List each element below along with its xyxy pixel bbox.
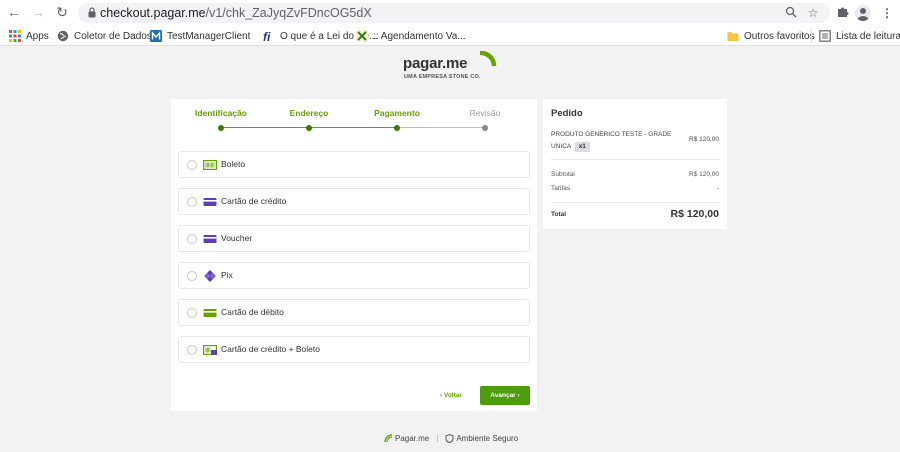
voltar-button[interactable]: ‹ Voltar	[440, 392, 462, 399]
option-label: Cartão de crédito	[221, 196, 287, 206]
forward-arrow-icon[interactable]: →	[30, 4, 46, 20]
step-pagamento[interactable]: Pagamento	[374, 108, 420, 118]
folder-icon	[727, 32, 739, 41]
subtotal-value: R$ 120,00	[689, 171, 719, 178]
payment-option-pix[interactable]: Pix	[178, 262, 530, 289]
bookmark-label: :: Agendamento Va...	[373, 30, 466, 42]
bookmark-label: Coletor de Dados	[74, 30, 152, 42]
extensions-puzzle-icon[interactable]	[834, 5, 850, 21]
address-bar[interactable]: checkout.pagar.me/v1/chk_ZaJyqZvFDncOG5d…	[78, 3, 830, 23]
voucher-icon	[203, 235, 217, 243]
shield-icon	[445, 433, 454, 443]
payment-option-debit-card[interactable]: Cartão de débito	[178, 299, 530, 326]
divider	[551, 202, 719, 203]
bookmark-label: TestManagerClient	[167, 30, 251, 42]
bookmark-label: Apps	[26, 30, 49, 42]
radio-button[interactable]	[187, 197, 197, 207]
bookmarks-divider	[811, 29, 812, 43]
bookmark-label: Lista de leitura	[836, 30, 900, 42]
total-value: R$ 120,00	[670, 208, 719, 220]
debit-card-icon	[203, 309, 217, 317]
svg-text:fi: fi	[263, 30, 271, 42]
footer-separator: |	[436, 433, 439, 443]
product-price: R$ 120,00	[689, 136, 719, 143]
profile-avatar-icon[interactable]	[855, 5, 871, 21]
step-dot	[482, 125, 488, 131]
logo-arc-icon	[479, 51, 497, 67]
bookmark-reading-list[interactable]: Lista de leitura	[819, 28, 900, 44]
bookmark-coletor[interactable]: Coletor de Dados	[57, 28, 152, 44]
fi-icon: fi	[263, 30, 271, 42]
step-endereco[interactable]: Endereço	[290, 108, 329, 118]
pagarme-leaf-icon	[384, 433, 393, 442]
globe-icon	[57, 30, 69, 42]
agendamento-icon	[356, 30, 368, 42]
bookmark-apps[interactable]: Apps	[9, 28, 49, 44]
back-arrow-icon[interactable]: ←	[6, 4, 22, 20]
lock-icon	[88, 7, 96, 18]
step-dot	[218, 125, 224, 131]
option-label: Boleto	[221, 159, 246, 169]
option-label: Voucher	[221, 233, 253, 243]
bookmark-agendamento[interactable]: :: Agendamento Va...	[356, 28, 466, 44]
option-label: Pix	[221, 270, 233, 280]
page-footer: Pagar.me | Ambiente Seguro	[384, 432, 518, 444]
order-title: Pedido	[551, 108, 583, 119]
reading-list-icon	[819, 30, 831, 42]
credit-card-icon	[203, 198, 217, 206]
star-bookmark-icon[interactable]: ☆	[806, 6, 820, 20]
radio-button[interactable]	[187, 160, 197, 170]
total-label: Total	[551, 211, 567, 218]
logo-wordmark: pagar.me	[403, 55, 468, 72]
step-revisao: Revisão	[469, 108, 501, 118]
stepper-line-pending	[397, 127, 485, 128]
kebab-menu-icon[interactable]: ⋮	[879, 5, 895, 21]
credit-boleto-icon	[203, 345, 217, 356]
fees-value: -	[716, 185, 719, 192]
apps-grid-icon	[9, 30, 21, 42]
subtotal-label: Subtotal	[551, 171, 575, 178]
boleto-icon	[203, 160, 217, 171]
radio-button[interactable]	[187, 271, 197, 281]
bookmarks-bar: Apps Coletor de Dados TestManagerClient …	[0, 26, 900, 46]
pagarme-logo: pagar.me UMA EMPRESA STONE CO.	[403, 51, 503, 85]
payment-option-credit-boleto[interactable]: Cartão de crédito + Boleto	[178, 336, 530, 363]
divider	[551, 159, 719, 160]
step-dot	[394, 125, 400, 131]
testmanager-icon	[150, 30, 162, 42]
payment-option-voucher[interactable]: Voucher	[178, 225, 530, 252]
radio-button[interactable]	[187, 308, 197, 318]
footer-secure: Ambiente Seguro	[456, 433, 519, 443]
bookmark-testmanager[interactable]: TestManagerClient	[150, 28, 250, 44]
pix-icon	[204, 270, 216, 282]
browser-toolbar: ← → ↻ checkout.pagar.me/v1/chk_ZaJyqZvFD…	[0, 0, 900, 26]
option-label: Cartão de débito	[221, 307, 284, 317]
bookmark-label: Outros favoritos	[744, 30, 815, 42]
quantity-badge: x1	[574, 142, 590, 152]
zoom-icon[interactable]	[784, 6, 798, 20]
reload-icon[interactable]: ↻	[54, 4, 70, 20]
radio-button[interactable]	[187, 345, 197, 355]
logo-tagline: UMA EMPRESA STONE CO.	[404, 74, 481, 80]
fees-label: Tarifas	[551, 185, 571, 192]
progress-stepper: Identificação Endereço Pagamento Revisão	[171, 99, 537, 139]
footer-brand[interactable]: Pagar.me	[395, 434, 429, 443]
product-name: PRODUTO GENERICO TESTE - GRADE UNICA x1	[551, 131, 672, 152]
payment-option-boleto[interactable]: Boleto	[178, 151, 530, 178]
radio-button[interactable]	[187, 234, 197, 244]
checkout-card: Identificação Endereço Pagamento Revisão…	[171, 99, 537, 411]
payment-option-credit-card[interactable]: Cartão de crédito	[178, 188, 530, 215]
option-label: Cartão de crédito + Boleto	[221, 344, 320, 354]
step-dot	[306, 125, 312, 131]
step-identificacao[interactable]: Identificação	[195, 108, 247, 118]
url-text: checkout.pagar.me/v1/chk_ZaJyqZvFDncOG5d…	[100, 6, 372, 20]
order-summary-card: Pedido PRODUTO GENERICO TESTE - GRADE UN…	[543, 99, 727, 229]
avancar-button[interactable]: Avançar ›	[480, 386, 530, 405]
bookmark-outros-favoritos[interactable]: Outros favoritos	[727, 28, 815, 44]
